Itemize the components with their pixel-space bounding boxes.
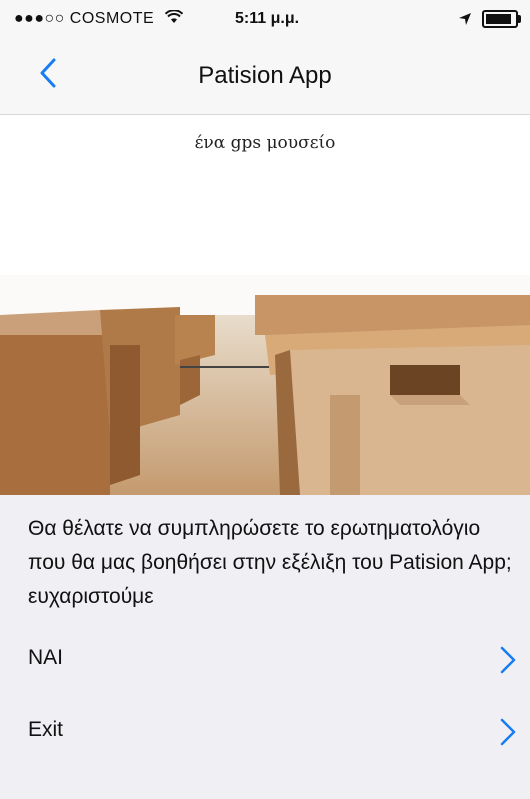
option-yes[interactable]: ΝΑΙ <box>0 630 530 690</box>
chevron-right-icon <box>500 646 516 674</box>
battery-fill <box>486 14 511 24</box>
option-exit[interactable]: Exit <box>0 702 530 762</box>
survey-prompt: Θα θέλατε να συμπληρώσετε το ερωτηματολό… <box>28 517 512 608</box>
location-arrow-icon <box>459 13 471 25</box>
wifi-icon <box>164 9 184 23</box>
page-title: Patision App <box>198 62 332 89</box>
status-bar: ●●●○○ COSMOTE 5:11 μ.μ. <box>0 0 530 40</box>
status-time: 5:11 μ.μ. <box>235 10 300 27</box>
battery-icon <box>482 10 521 28</box>
status-right <box>458 10 521 28</box>
hero-subtitle: ένα gps μουσείο <box>194 133 336 153</box>
cardboard-model-image <box>0 275 530 495</box>
option-exit-label: Exit <box>28 718 64 741</box>
carrier-label: ●●●○○ COSMOTE <box>14 9 184 28</box>
option-yes-label: ΝΑΙ <box>28 646 64 669</box>
chevron-right-icon <box>500 718 516 746</box>
carrier-text: ●●●○○ COSMOTE <box>14 10 155 27</box>
navigation-bar: Patision App <box>0 40 530 115</box>
hero-image: ένα gps μουσείο <box>0 115 530 495</box>
